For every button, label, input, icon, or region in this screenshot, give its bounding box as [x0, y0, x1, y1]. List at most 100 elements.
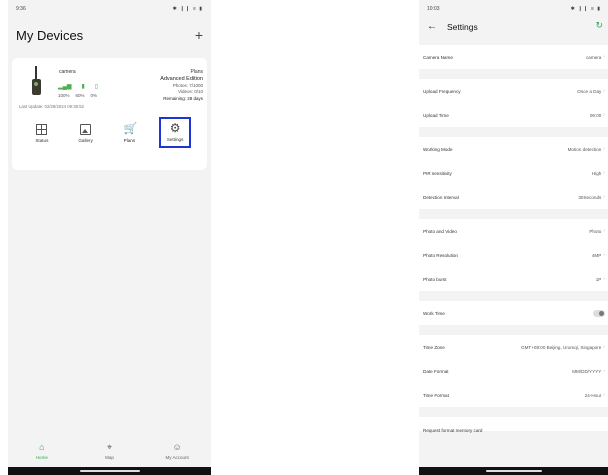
signal-icon: ▂▄▆: [58, 84, 72, 90]
home-indicator[interactable]: [79, 470, 140, 472]
setting-value: 06:00: [589, 112, 602, 118]
home-indicator[interactable]: [486, 470, 542, 472]
battery-value: 60%: [75, 93, 85, 98]
plan-label: Plans: [190, 69, 203, 75]
setting-working-mode[interactable]: Working Mode Motion detection ›: [419, 137, 608, 161]
gallery-icon: [80, 123, 92, 135]
setting-value-group: camera ›: [586, 54, 605, 60]
status-bar: 9:36 ✱ ❙❙ ≡ ▮: [8, 0, 211, 18]
setting-photo-resolution[interactable]: Photo Resolution 4MP ›: [419, 243, 608, 267]
setting-label: Photo Resolution: [423, 252, 458, 258]
tab-home-label: Home: [35, 455, 48, 460]
setting-pir-sensitivity[interactable]: PIR sensitivity High ›: [419, 161, 608, 185]
devices-screen: 9:36 ✱ ❙❙ ≡ ▮ My Devices + camera ▂▄▆ ▮ …: [8, 0, 211, 475]
device-actions: Status Gallery 🛒 Plans ⚙ Settings: [12, 117, 207, 148]
status-icons: ✱ ❙❙ ≡ ▮: [172, 6, 203, 12]
device-stat-values: 100% 60% 0%: [58, 93, 97, 98]
setting-value: MM/DD/YYYY: [572, 368, 602, 374]
trail-camera-image: [30, 66, 42, 98]
setting-value-group: 24-Hour ›: [585, 392, 605, 398]
setting-value: 24-Hour: [584, 392, 602, 398]
device-card[interactable]: camera ▂▄▆ ▮ ▯ 100% 60% 0% Plans Advance…: [12, 58, 207, 170]
chevron-right-icon: ›: [603, 194, 605, 200]
setting-work-time: Work Time: [419, 301, 608, 325]
chevron-right-icon: ›: [603, 276, 605, 282]
cart-icon: 🛒: [123, 122, 138, 135]
status-button[interactable]: Status: [28, 119, 56, 147]
settings-button[interactable]: ⚙ Settings: [159, 117, 192, 148]
setting-value: 30Seconds: [578, 194, 602, 200]
setting-photo-burst[interactable]: Photo burst 1P ›: [419, 267, 608, 291]
setting-label: Date Format: [423, 368, 449, 374]
chevron-right-icon: ›: [603, 170, 605, 176]
devices-header: My Devices +: [8, 18, 211, 52]
setting-value: Motion detection: [567, 146, 602, 152]
setting-camera-name[interactable]: Camera Name camera ›: [419, 45, 608, 69]
setting-upload-time[interactable]: Upload Time 06:00 ›: [419, 103, 608, 127]
videos-count: Videos: 0/10: [178, 89, 203, 95]
setting-value-group: 06:00 ›: [590, 112, 605, 118]
home-icon: ⌂: [39, 442, 45, 452]
plans-button[interactable]: 🛒 Plans: [115, 119, 143, 147]
setting-detection-interval[interactable]: Detection Interval 30Seconds ›: [419, 185, 608, 209]
setting-time-zone[interactable]: Time Zone GMT+08:00 Beijing, Urumqi, Sin…: [419, 335, 608, 359]
gallery-label: Gallery: [78, 137, 93, 143]
setting-value-group: Motion detection ›: [568, 146, 605, 152]
add-device-button[interactable]: +: [195, 28, 203, 42]
settings-header: ← Settings ↻: [419, 18, 608, 36]
work-time-toggle[interactable]: [593, 309, 605, 317]
chevron-right-icon: ›: [603, 54, 605, 60]
setting-value-group: GMT+08:00 Beijing, Urumqi, Singapore ›: [521, 344, 605, 350]
setting-label: Upload Frequency: [423, 88, 461, 94]
setting-date-format[interactable]: Date Format MM/DD/YYYY ›: [419, 359, 608, 383]
setting-value-group: Once a Day ›: [577, 88, 605, 94]
setting-label: Camera Name: [423, 54, 453, 60]
back-arrow-icon[interactable]: ←: [427, 22, 437, 32]
setting-label: Work Time: [423, 310, 445, 316]
setting-time-format[interactable]: Time Format 24-Hour ›: [419, 383, 608, 407]
device-name: camera: [59, 69, 76, 75]
photos-count: Photos: 7/1000: [172, 82, 203, 88]
tab-home[interactable]: ⌂ Home: [22, 442, 62, 460]
setting-value-group: 1P ›: [596, 276, 605, 282]
setting-label: Working Mode: [423, 146, 453, 152]
setting-value: High: [591, 170, 602, 176]
setting-value: camera: [586, 54, 602, 60]
tab-my-account-label: My Account: [165, 455, 189, 460]
storage-value: 0%: [90, 93, 98, 98]
refresh-icon[interactable]: ↻: [595, 21, 603, 30]
setting-label: Photo burst: [423, 276, 447, 282]
chevron-right-icon: ›: [603, 112, 605, 118]
tab-map[interactable]: ⌖ Map: [89, 442, 129, 460]
setting-photo-and-video[interactable]: Photo and Video Photo ›: [419, 219, 608, 243]
settings-label: Settings: [166, 137, 184, 142]
page-title: My Devices: [16, 27, 84, 43]
setting-label: Time Zone: [423, 344, 445, 350]
page-title: Settings: [447, 22, 478, 32]
grid-icon: [36, 123, 48, 135]
tab-my-account[interactable]: ☺ My Account: [157, 442, 197, 460]
setting-label: Request format memory card: [423, 428, 483, 433]
map-pin-icon: ⌖: [106, 442, 113, 452]
status-time: 9:36: [16, 6, 26, 12]
chevron-right-icon: ›: [603, 392, 605, 398]
setting-label: Detection Interval: [423, 194, 459, 200]
status-bar: 10:03 ✱ ❙❙ ≡ ▮: [419, 0, 608, 18]
remaining-days: Remaining: 28 days: [163, 96, 203, 102]
chevron-right-icon: ›: [603, 368, 605, 374]
device-stat-icons: ▂▄▆ ▮ ▯: [58, 83, 98, 90]
gear-icon: ⚙: [169, 121, 181, 135]
chevron-right-icon: ›: [603, 344, 605, 350]
plans-label: Plans: [123, 137, 136, 143]
sd-card-icon: ▯: [94, 84, 99, 90]
setting-value: Photo: [589, 228, 602, 234]
setting-value-group: MM/DD/YYYY ›: [572, 368, 605, 374]
last-update: Last Update: 02/29/2024 09:35:52: [19, 104, 84, 109]
setting-format-memory-card[interactable]: Request format memory card: [419, 417, 608, 433]
gallery-button[interactable]: Gallery: [72, 119, 100, 147]
setting-upload-frequency[interactable]: Upload Frequency Once a Day ›: [419, 79, 608, 103]
